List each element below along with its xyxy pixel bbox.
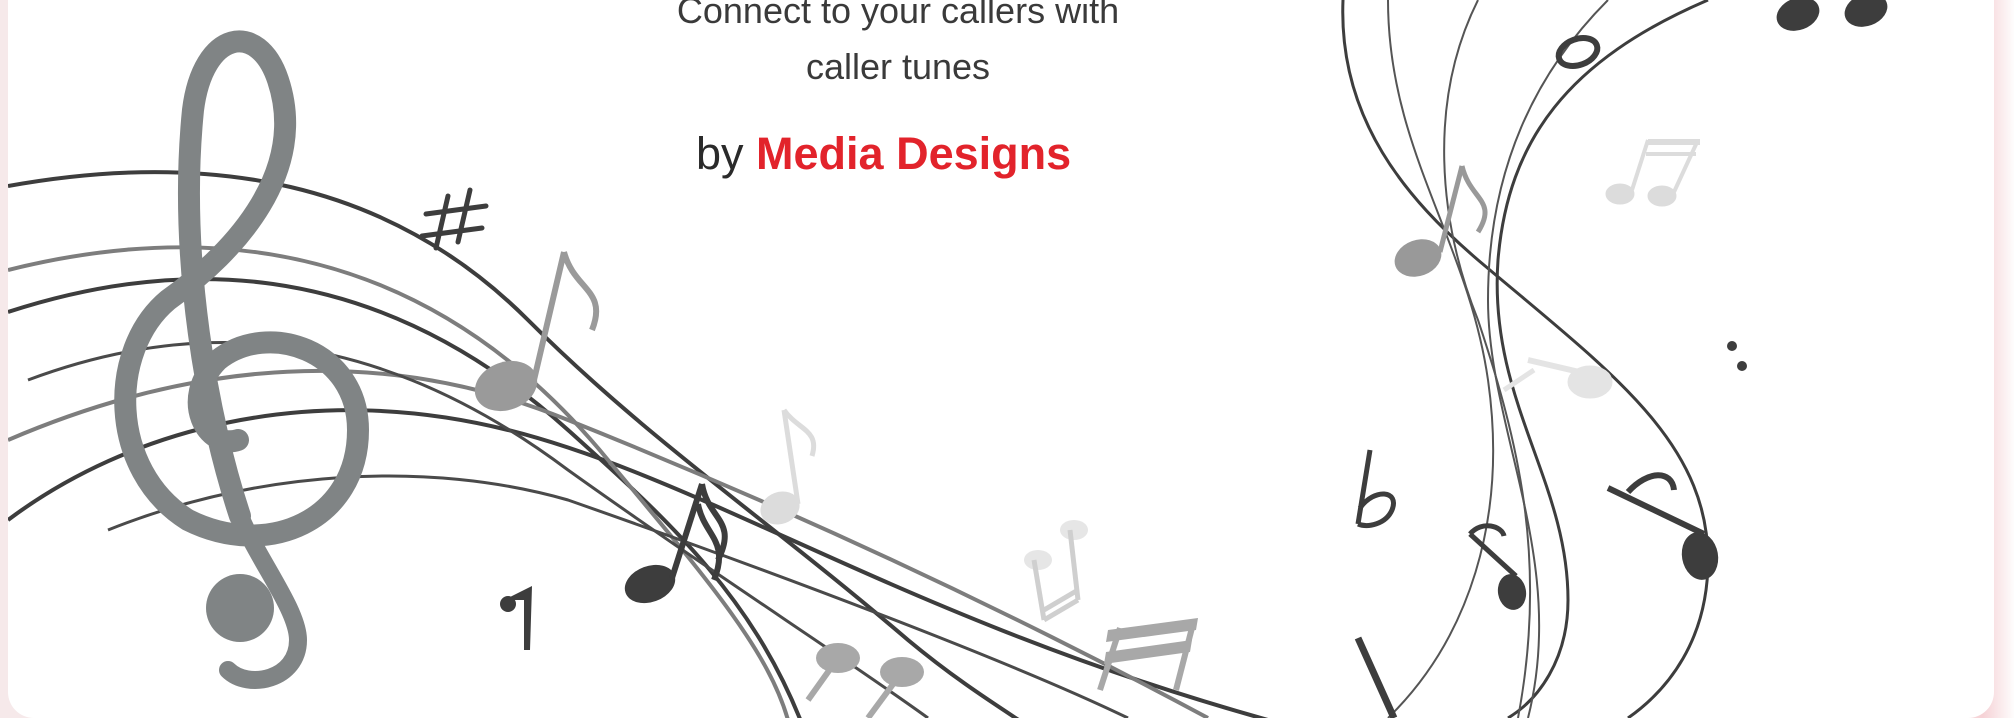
eighth-note-icon xyxy=(1776,0,1888,31)
sharp-icon xyxy=(419,187,489,251)
sixteenth-note-icon xyxy=(624,483,728,604)
rest-icon xyxy=(500,586,532,650)
eighth-note-icon xyxy=(760,408,817,525)
beamed-notes-icon xyxy=(1024,520,1088,623)
music-staff-illustration xyxy=(8,0,1888,718)
rest-icon xyxy=(1354,636,1398,718)
splash-card: Connect to your callers with caller tune… xyxy=(8,0,1994,718)
treble-clef-icon xyxy=(114,30,370,689)
staff-lines-right xyxy=(1341,0,1710,718)
tagline-line-2: caller tunes xyxy=(805,46,991,87)
byline: by Media Designs xyxy=(548,126,1248,182)
beamed-notes-icon xyxy=(1605,139,1700,207)
beamed-notes-icon xyxy=(805,618,1198,718)
flat-icon xyxy=(1355,449,1396,528)
eighth-note-icon xyxy=(1468,523,1527,610)
eighth-note-icon xyxy=(474,251,600,412)
by-label: by xyxy=(696,128,744,179)
dots-icon xyxy=(1727,341,1747,371)
tagline-line-1: Connect to your callers with xyxy=(676,0,1120,31)
brand-name: Media Designs xyxy=(756,128,1072,179)
staff-lines-right-thin xyxy=(1387,0,1609,718)
beamed-notes-icon xyxy=(1502,357,1613,399)
